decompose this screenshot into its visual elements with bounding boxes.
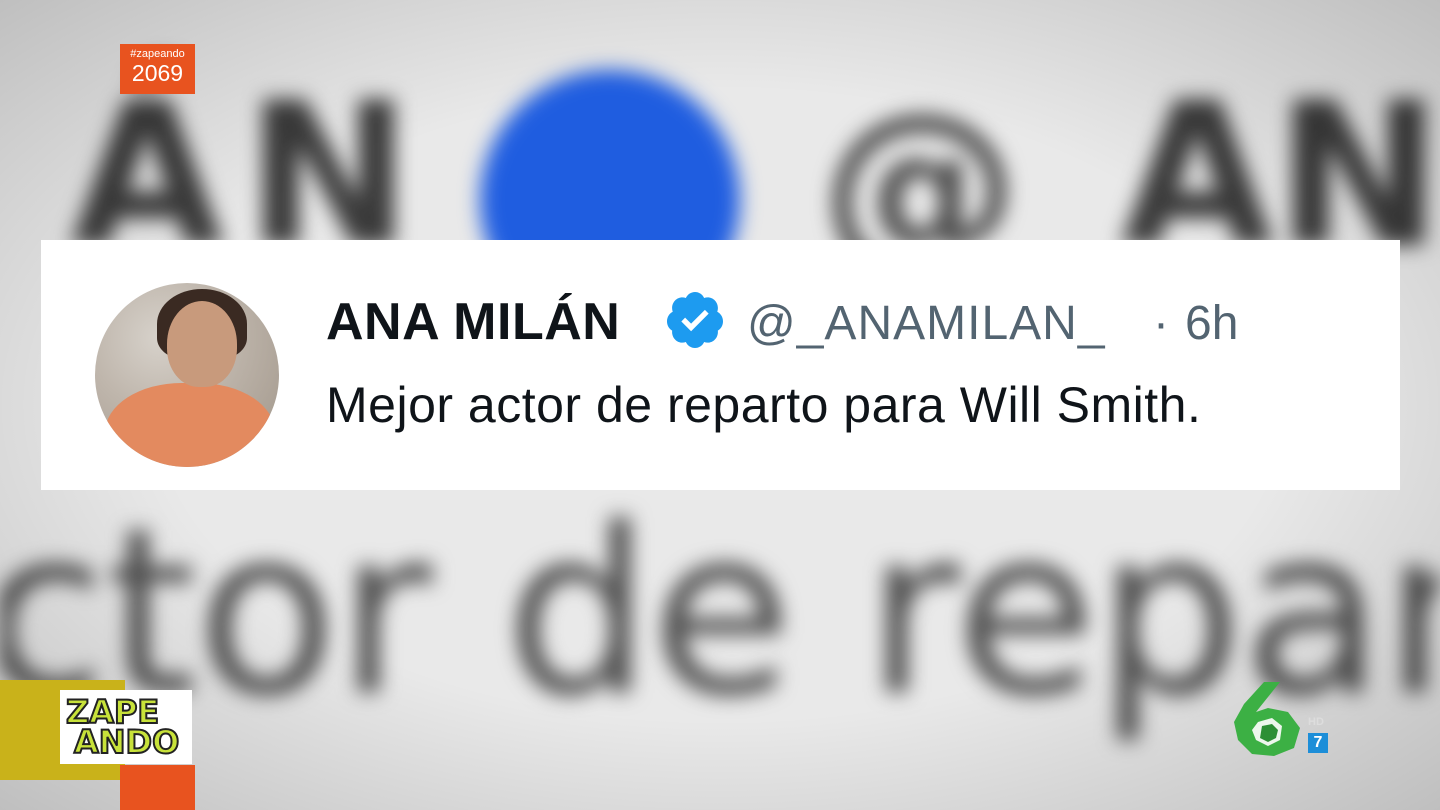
episode-number: 2069 — [131, 60, 184, 86]
episode-tag: #zapeando 2069 — [120, 44, 195, 94]
network-six-logo-icon — [1234, 682, 1300, 756]
author-handle[interactable]: @_ANAMILAN_ — [747, 296, 1106, 351]
author-name[interactable]: ANA MILÁN — [326, 292, 620, 352]
separator-dot: · — [1153, 297, 1169, 350]
network-channel-number: 7 — [1308, 733, 1328, 753]
show-logo: ZAPE ANDO — [60, 690, 192, 764]
tweet-text: Mejor actor de reparto para Will Smith. — [326, 377, 1202, 433]
avatar[interactable] — [95, 283, 279, 467]
show-logo-line2: ANDO — [73, 723, 180, 761]
show-logo-accent — [120, 765, 195, 810]
tweet-card: ANA MILÁN @_ANAMILAN_ · 6h Mejor actor d… — [41, 240, 1400, 490]
background-tweet-text: ctor de reparto — [0, 480, 1440, 747]
verified-badge-icon — [666, 292, 723, 348]
avatar-face — [167, 301, 237, 387]
avatar-shirt — [105, 383, 275, 467]
tweet-timestamp[interactable]: 6h — [1185, 296, 1238, 351]
network-hd-label: HD — [1308, 716, 1324, 728]
episode-hashtag: #zapeando — [130, 48, 185, 60]
